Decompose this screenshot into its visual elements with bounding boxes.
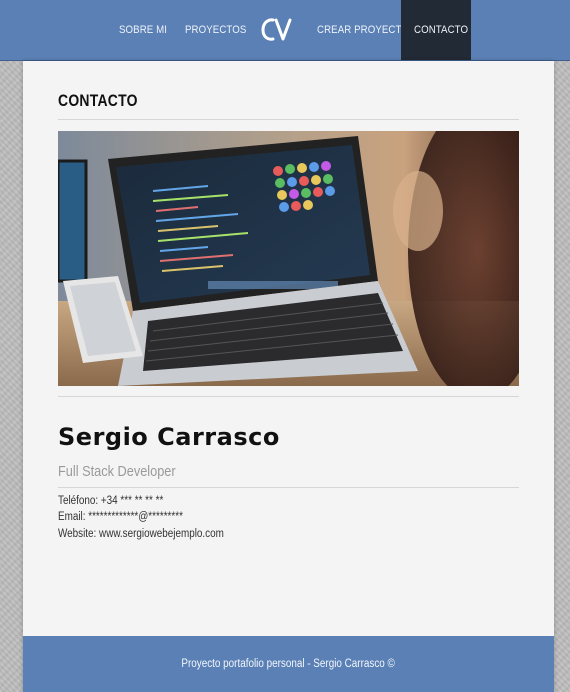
cv-logo[interactable]: [259, 0, 293, 60]
profile-name: Sergio Carrasco: [58, 423, 280, 451]
nav-item-sobre-mi[interactable]: SOBRE MI: [119, 0, 167, 60]
email-value: *************@*********: [88, 511, 183, 523]
email-line: Email: *************@*********: [58, 511, 183, 523]
content-card: CONTACTO Sergio Carrasco Full Stack Deve…: [23, 61, 554, 692]
page-title: CONTACTO: [58, 91, 138, 110]
phone-label: Teléfono:: [58, 495, 99, 507]
website-label: Website:: [58, 528, 97, 540]
website-link[interactable]: www.sergiowebejemplo.com: [99, 528, 224, 540]
footer-text: Proyecto portafolio personal - Sergio Ca…: [23, 658, 554, 670]
nav-item-crear-proyecto[interactable]: CREAR PROYECTO: [317, 0, 409, 60]
nav-item-proyectos[interactable]: PROYECTOS: [185, 0, 246, 60]
website-line: Website: www.sergiowebejemplo.com: [58, 528, 224, 540]
profile-role: Full Stack Developer: [58, 463, 176, 480]
top-navbar: SOBRE MI PROYECTOS CREAR PROYECTO CONTAC…: [0, 0, 570, 61]
email-label: Email:: [58, 511, 86, 523]
divider: [58, 119, 519, 120]
phone-value: +34 *** ** ** **: [100, 495, 164, 507]
divider: [58, 487, 519, 488]
phone-line: Teléfono: +34 *** ** ** **: [58, 495, 163, 507]
footer-copyright: Proyecto portafolio personal - Sergio Ca…: [181, 658, 396, 670]
nav-item-contacto[interactable]: CONTACTO: [414, 0, 468, 60]
footer: Proyecto portafolio personal - Sergio Ca…: [23, 636, 554, 692]
laptop-coding-photo: [58, 131, 519, 386]
divider: [58, 396, 519, 397]
